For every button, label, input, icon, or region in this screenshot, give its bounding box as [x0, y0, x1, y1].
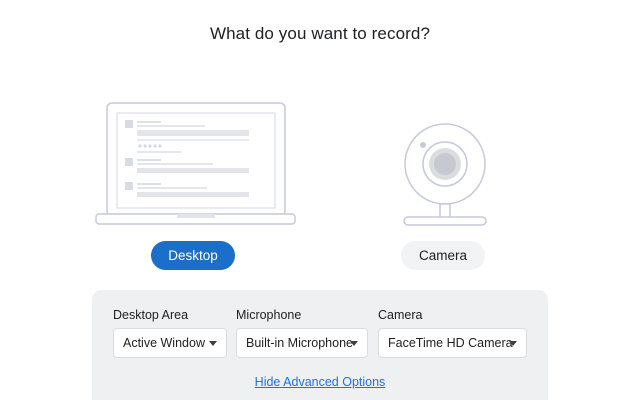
page-title: What do you want to record? — [209, 24, 431, 43]
camera-mode-button[interactable]: Camera — [401, 241, 485, 270]
caret-down-icon — [209, 341, 217, 346]
desktop-area-label: Desktop Area — [113, 308, 189, 322]
camera-label: Camera — [378, 308, 423, 322]
microphone-label: Microphone — [236, 308, 302, 322]
microphone-select[interactable]: Built-in Microphone — [236, 328, 368, 358]
webcam-icon[interactable] — [400, 122, 490, 230]
desktop-mode-button[interactable]: Desktop — [151, 241, 235, 270]
hide-advanced-options-link[interactable]: Hide Advanced Options — [255, 375, 386, 389]
desktop-area-value: Active Window — [123, 336, 205, 350]
camera-select[interactable]: FaceTime HD Camera — [378, 328, 527, 358]
advanced-options-row: Hide Advanced Options — [0, 375, 640, 389]
camera-value: FaceTime HD Camera — [388, 336, 513, 350]
caret-down-icon — [350, 341, 358, 346]
laptop-icon[interactable] — [95, 102, 296, 228]
microphone-value: Built-in Microphone — [246, 336, 353, 350]
desktop-area-select[interactable]: Active Window — [113, 328, 227, 358]
caret-down-icon — [509, 341, 517, 346]
